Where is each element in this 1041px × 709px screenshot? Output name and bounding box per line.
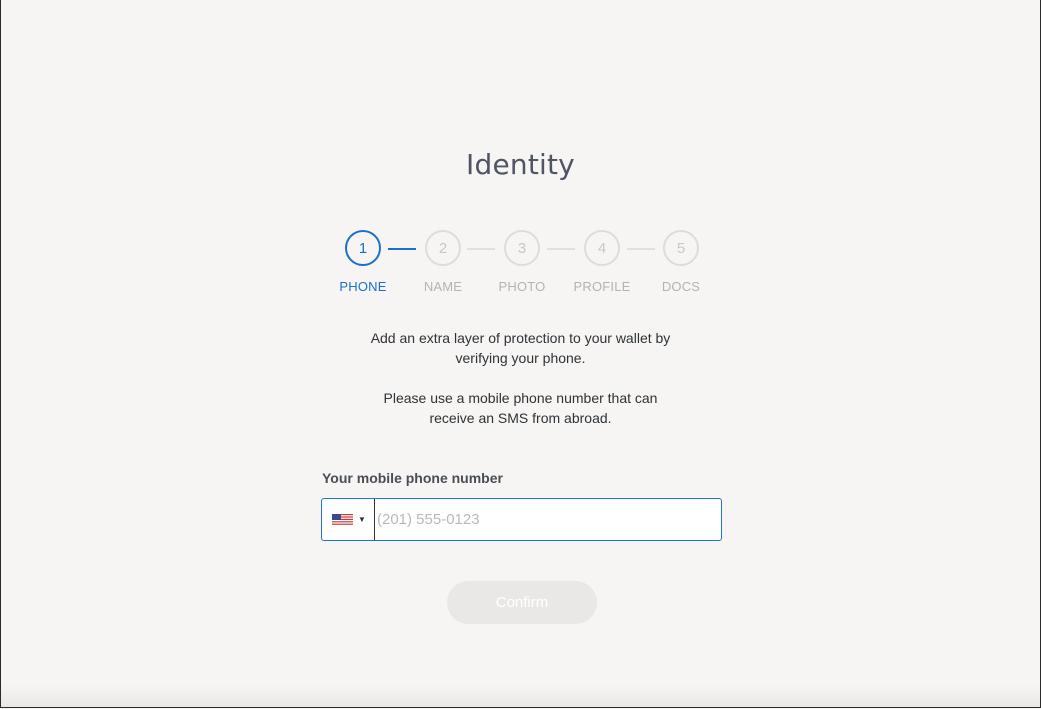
step-number: 3 — [504, 230, 540, 266]
step-number: 1 — [345, 230, 381, 266]
chevron-down-icon: ▼ — [358, 515, 366, 524]
country-code-select[interactable]: ▼ — [322, 499, 370, 540]
step-label: PROFILE — [573, 279, 631, 294]
step-phone: 1 PHONE — [323, 230, 403, 294]
us-flag-icon — [332, 514, 353, 526]
phone-field-label: Your mobile phone number — [322, 470, 503, 486]
description-line: Please use a mobile phone number that ca… — [383, 390, 658, 406]
step-docs: 5 DOCS — [641, 230, 721, 294]
description-primary: Add an extra layer of protection to your… — [1, 328, 1040, 368]
phone-field: ▼ — [321, 498, 722, 541]
description-line: receive an SMS from abroad. — [429, 410, 612, 426]
step-number: 4 — [584, 230, 620, 266]
confirm-button[interactable]: Confirm — [447, 581, 597, 624]
step-profile: 4 PROFILE — [562, 230, 642, 294]
step-label: NAME — [423, 279, 463, 294]
step-label: PHONE — [339, 279, 387, 294]
step-label: DOCS — [661, 279, 701, 294]
phone-number-input[interactable] — [374, 499, 714, 540]
progress-stepper: 1 PHONE 2 NAME 3 PHOTO 4 PROFILE 5 DOCS — [1, 230, 1040, 300]
description-secondary: Please use a mobile phone number that ca… — [1, 388, 1040, 428]
page-title: Identity — [466, 148, 575, 181]
identity-page: Identity 1 PHONE 2 NAME 3 PHOTO 4 PROFIL… — [0, 0, 1041, 708]
step-number: 2 — [425, 230, 461, 266]
description-line: verifying your phone. — [455, 350, 586, 366]
bottom-shadow — [1, 685, 1040, 707]
step-label: PHOTO — [498, 279, 546, 294]
step-number: 5 — [663, 230, 699, 266]
step-photo: 3 PHOTO — [482, 230, 562, 294]
step-name: 2 NAME — [403, 230, 483, 294]
description-line: Add an extra layer of protection to your… — [370, 330, 671, 346]
